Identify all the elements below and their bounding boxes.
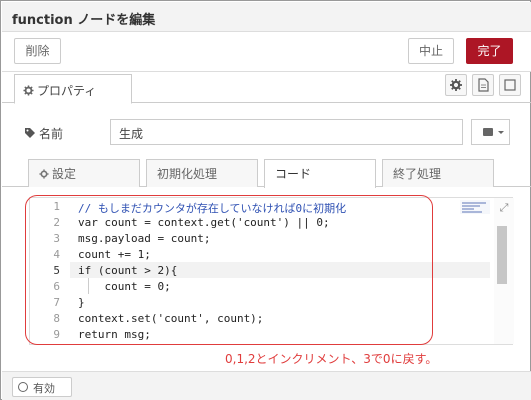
tab-finalize[interactable]: 終了処理	[382, 159, 494, 187]
code-minimap[interactable]	[460, 200, 490, 214]
gear-icon	[450, 79, 462, 91]
settings-tab-button[interactable]	[445, 74, 467, 96]
name-label-text: 名前	[39, 127, 64, 141]
dialog-title: function ノードを編集	[12, 13, 156, 28]
code-line: context.set('count', count);	[78, 312, 264, 325]
code-line: return msg;	[78, 328, 151, 341]
gear-icon	[23, 85, 34, 96]
code-line: count = 0;	[78, 280, 171, 293]
document-icon	[478, 78, 489, 92]
name-input[interactable]: 生成	[110, 119, 463, 145]
properties-tabbar: プロパティ	[2, 73, 531, 104]
enable-toggle[interactable]: 有効	[12, 377, 72, 397]
code-line: if (count > 2){	[78, 264, 178, 277]
tab-properties[interactable]: プロパティ	[14, 74, 132, 104]
line-number: 2	[53, 216, 60, 229]
dialog-titlebar: function ノードを編集	[2, 2, 531, 32]
code-editor[interactable]: 1 2 3 4 5 6 7 8 9 // もしまだカウンタが存在していなければ0…	[29, 197, 514, 345]
scrollbar-thumb[interactable]	[497, 226, 507, 284]
edit-dialog: function ノードを編集 削除 中止 完了 プロパティ 名前 生成 設定 …	[0, 0, 531, 400]
description-tab-button[interactable]	[472, 74, 494, 96]
toggle-circle-icon	[18, 382, 28, 392]
dialog-footer: 有効	[2, 371, 531, 400]
line-number: 3	[53, 232, 60, 245]
tag-icon	[25, 128, 35, 138]
book-icon	[483, 128, 504, 136]
expand-icon[interactable]: ⤢	[494, 198, 514, 218]
frame-icon	[504, 79, 516, 91]
code-line: msg.payload = count;	[78, 232, 211, 245]
code-line: // もしまだカウンタが存在していなければ0に初期化	[78, 202, 347, 215]
line-number: 7	[53, 296, 60, 309]
tab-settings-label: 設定	[52, 167, 77, 181]
name-row: 名前 生成	[2, 117, 531, 147]
enable-label: 有効	[33, 382, 55, 395]
name-options-button[interactable]	[471, 119, 510, 145]
cancel-button[interactable]: 中止	[408, 38, 454, 64]
tab-initialize[interactable]: 初期化処理	[146, 159, 258, 187]
editor-tabs: 設定 初期化処理 コード 終了処理	[2, 159, 531, 188]
code-line: count += 1;	[78, 248, 151, 261]
gear-icon	[39, 169, 49, 179]
delete-button[interactable]: 削除	[14, 38, 61, 64]
appearance-tab-button[interactable]	[499, 74, 521, 96]
tab-properties-label: プロパティ	[37, 84, 97, 98]
code-line: }	[78, 296, 85, 309]
name-label: 名前	[24, 125, 63, 142]
line-number: 9	[53, 328, 60, 341]
tab-code[interactable]: コード	[264, 159, 376, 188]
line-number: 6	[53, 280, 60, 293]
dialog-toolbar: 削除 中止 完了	[2, 32, 531, 72]
line-number-gutter: 1 2 3 4 5 6 7 8 9	[30, 198, 70, 344]
annotation-text: 0,1,2とインクリメント、3で0に戻す。	[225, 352, 438, 366]
line-number: 8	[53, 312, 60, 325]
line-number: 1	[53, 200, 60, 213]
line-number: 5	[53, 264, 60, 277]
tab-settings[interactable]: 設定	[28, 159, 140, 187]
code-line: var count = context.get('count') || 0;	[78, 216, 330, 229]
done-button[interactable]: 完了	[466, 38, 513, 64]
line-number: 4	[53, 248, 60, 261]
